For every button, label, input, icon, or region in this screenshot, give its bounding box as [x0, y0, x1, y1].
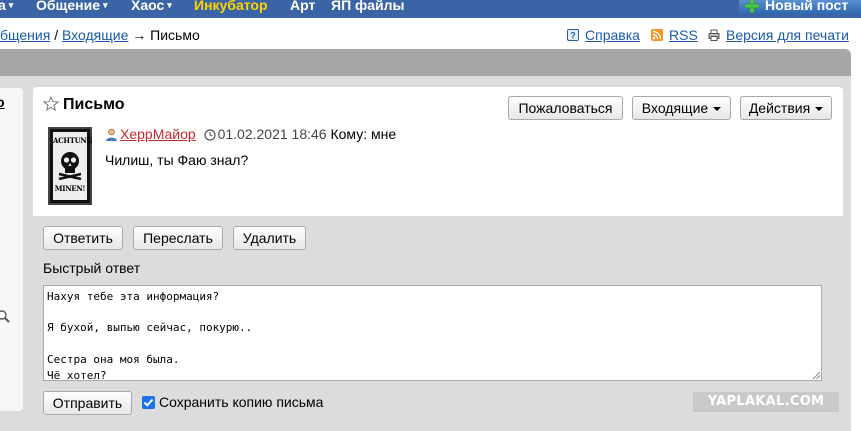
printer-icon	[708, 29, 720, 41]
avatar[interactable]: ACHTUNG MINEN!	[48, 127, 93, 205]
user-icon	[106, 128, 117, 141]
forward-button[interactable]: Переслать	[133, 226, 223, 250]
nav-item-obshchenie[interactable]: Общение ▾	[36, 0, 108, 13]
reply-button[interactable]: Ответить	[43, 226, 123, 250]
new-post-button[interactable]: Новый пост	[739, 0, 861, 14]
message-title: Письмо	[42, 95, 125, 114]
message-body: Чилиш, ты Фаю знал?	[105, 152, 249, 168]
actions-dropdown[interactable]: Действия	[740, 96, 832, 120]
message-date: 01.02.2021 18:46	[217, 126, 327, 142]
rss-icon	[651, 29, 663, 41]
rss-label: RSS	[669, 27, 698, 43]
nav-item-truncated[interactable]: а ▾	[0, 0, 13, 13]
star-icon[interactable]	[42, 95, 60, 112]
send-button[interactable]: Отправить	[43, 391, 132, 415]
quick-reply-textarea[interactable]: Нахуя тебе эта информация? Я бухой, выпь…	[43, 285, 822, 381]
avatar-sign: ACHTUNG MINEN!	[53, 132, 93, 200]
skull-icon	[58, 152, 82, 180]
breadcrumb-arrow: →	[128, 27, 151, 43]
message-title-text: Письмо	[63, 96, 125, 113]
caret-down-icon: ▾	[167, 0, 172, 10]
help-link[interactable]: ? Справка	[567, 27, 640, 43]
caret-down-icon: ▾	[102, 0, 108, 10]
delete-label: Удалить	[242, 230, 297, 246]
quick-reply-label: Быстрый ответ	[43, 260, 141, 276]
sidebar-link[interactable]: о	[0, 94, 5, 110]
nav-item-label: Хаос	[131, 0, 165, 13]
svg-text:?: ?	[570, 31, 576, 41]
breadcrumb: бщения / Входящие → Письмо	[0, 27, 200, 43]
author-link[interactable]: ХеррМайор	[120, 126, 196, 142]
inbox-dropdown[interactable]: Входящие	[632, 96, 731, 120]
new-post-label: Новый пост	[765, 0, 849, 13]
left-sidebar: о	[0, 88, 23, 411]
help-label: Справка	[585, 27, 640, 43]
nav-item-label: а	[0, 0, 6, 13]
delete-button[interactable]: Удалить	[233, 226, 306, 250]
send-label: Отправить	[52, 395, 123, 411]
save-copy-label[interactable]: Сохранить копию письма	[159, 394, 323, 410]
breadcrumb-link-messages[interactable]: бщения	[0, 27, 50, 43]
nav-item-khaos[interactable]: Хаос ▾	[131, 0, 172, 13]
report-label: Пожаловаться	[518, 100, 613, 116]
print-label: Версия для печати	[726, 27, 849, 43]
breadcrumb-link-inbox[interactable]: Входящие	[62, 27, 128, 43]
reply-label: Ответить	[53, 230, 113, 246]
forward-label: Переслать	[143, 230, 213, 246]
print-version-link[interactable]: Версия для печати	[708, 27, 849, 43]
avatar-text-top: ACHTUNG	[53, 136, 93, 145]
inbox-label: Входящие	[641, 100, 709, 116]
site-watermark: YAPLAKAL.COM	[693, 392, 839, 412]
frame-header-bar	[0, 49, 851, 76]
nav-item-art[interactable]: Арт	[290, 0, 315, 13]
report-button[interactable]: Пожаловаться	[508, 96, 623, 120]
help-icon: ?	[567, 29, 579, 41]
caret-down-icon: ▾	[8, 0, 14, 10]
nav-item-yap-files[interactable]: ЯП файлы	[331, 0, 405, 13]
plus-icon	[745, 0, 759, 13]
caret-down-icon	[713, 107, 722, 111]
rss-link[interactable]: RSS	[651, 27, 698, 43]
caret-down-icon	[815, 107, 824, 111]
resize-grip-icon[interactable]	[811, 370, 821, 380]
actions-label: Действия	[748, 100, 811, 116]
save-copy-checkbox[interactable]	[142, 396, 155, 409]
breadcrumb-separator: /	[50, 27, 62, 43]
clock-icon	[203, 129, 216, 141]
top-navigation: а ▾ Общение ▾ Хаос ▾ Инкубатор Арт ЯП файлы	[0, 0, 861, 18]
message-card: Письмо Пожаловаться Входящие Действия AC…	[33, 87, 843, 216]
recipient: Кому: мне	[330, 126, 397, 142]
nav-item-inkubator[interactable]: Инкубатор	[194, 0, 268, 13]
message-meta: ХеррМайор 01.02.2021 18:46 Кому: мне	[105, 126, 396, 142]
breadcrumb-current: Письмо	[150, 27, 200, 43]
checkmark-icon	[143, 398, 154, 407]
nav-item-label: Общение	[36, 0, 100, 13]
avatar-text-bottom: MINEN!	[54, 184, 86, 193]
search-icon[interactable]	[0, 310, 11, 324]
